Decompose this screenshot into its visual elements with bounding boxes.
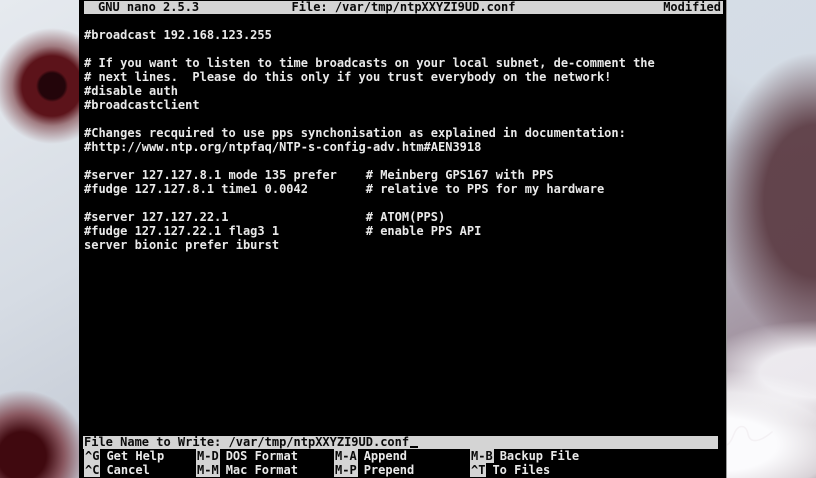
nano-open-filename: File: /var/tmp/ntpXXYZI9UD.conf xyxy=(292,1,516,14)
shortcut-key: M-D xyxy=(196,449,220,463)
shortcut-label: Get Help xyxy=(106,449,164,463)
shortcut-label: Backup File xyxy=(500,449,579,463)
shortcut-label: DOS Format xyxy=(226,449,298,463)
shortcut-label: Cancel xyxy=(106,463,149,477)
shortcut-prepend[interactable]: M-P Prepend xyxy=(334,464,414,477)
editor-text-area[interactable]: #broadcast 192.168.123.255 # If you want… xyxy=(84,14,655,252)
shortcut-row-1: ^G Get Help M-D DOS Format M-A Append M-B Ba… xyxy=(84,450,723,463)
shortcut-cancel[interactable]: ^C Cancel xyxy=(84,464,150,477)
shortcut-append[interactable]: M-A Append xyxy=(334,450,407,463)
shortcut-dos-format[interactable]: M-D DOS Format xyxy=(196,450,298,463)
nano-version-label: GNU nano 2.5.3 xyxy=(84,1,199,14)
shortcut-key: M-M xyxy=(196,463,220,477)
shortcut-label: Append xyxy=(364,449,407,463)
shortcut-key: M-P xyxy=(334,463,358,477)
shortcut-key: ^G xyxy=(84,449,100,463)
shortcut-key: ^T xyxy=(470,463,486,477)
desktop-background: GNU nano 2.5.3 File: /var/tmp/ntpXXYZI9U… xyxy=(0,0,816,478)
shortcut-key: M-A xyxy=(334,449,358,463)
shortcut-label: Mac Format xyxy=(226,463,298,477)
shortcut-key: M-B xyxy=(470,449,494,463)
shortcut-get-help[interactable]: ^G Get Help xyxy=(84,450,164,463)
shortcut-mac-format[interactable]: M-M Mac Format xyxy=(196,464,298,477)
text-cursor xyxy=(410,446,418,448)
filename-prompt-bar[interactable]: File Name to Write: /var/tmp/ntpXXYZI9UD… xyxy=(83,436,718,449)
shortcut-label: To Files xyxy=(492,463,550,477)
filename-prompt-text: File Name to Write: /var/tmp/ntpXXYZI9UD… xyxy=(84,436,409,449)
shortcut-key: ^C xyxy=(84,463,100,477)
modified-badge: Modified xyxy=(663,1,723,14)
shortcut-to-files[interactable]: ^T To Files xyxy=(470,464,550,477)
shortcut-row-2: ^C Cancel M-M Mac Format M-P Prepend ^T To F… xyxy=(84,464,723,477)
shortcut-backup-file[interactable]: M-B Backup File xyxy=(470,450,579,463)
nano-titlebar: GNU nano 2.5.3 File: /var/tmp/ntpXXYZI9U… xyxy=(84,1,723,14)
nano-terminal-window[interactable]: GNU nano 2.5.3 File: /var/tmp/ntpXXYZI9U… xyxy=(79,0,727,478)
shortcut-label: Prepend xyxy=(364,463,415,477)
